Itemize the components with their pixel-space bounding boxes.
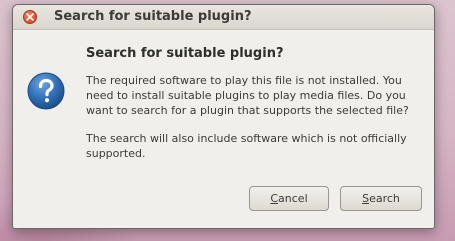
cancel-button[interactable]: Cancel bbox=[249, 186, 329, 211]
dialog-message: The required software to play this file … bbox=[86, 74, 409, 117]
cancel-label-rest: ancel bbox=[278, 192, 308, 205]
search-mnemonic: S bbox=[362, 192, 370, 205]
dialog-secondary-message: The search will also include software wh… bbox=[86, 132, 407, 160]
title-bar[interactable]: Search for suitable plugin? bbox=[13, 5, 434, 30]
search-label-rest: earch bbox=[369, 192, 400, 205]
question-icon bbox=[27, 72, 65, 110]
close-button[interactable] bbox=[23, 10, 37, 24]
cancel-mnemonic: C bbox=[270, 192, 279, 205]
dialog-content: Search for suitable plugin? The required… bbox=[13, 30, 434, 228]
search-button[interactable]: Search bbox=[340, 186, 422, 211]
window-title: Search for suitable plugin? bbox=[54, 9, 252, 24]
dialog-window: Search for suitable plugin? Search for s… bbox=[12, 4, 435, 229]
dialog-heading: Search for suitable plugin? bbox=[86, 46, 284, 61]
close-icon bbox=[26, 13, 34, 21]
